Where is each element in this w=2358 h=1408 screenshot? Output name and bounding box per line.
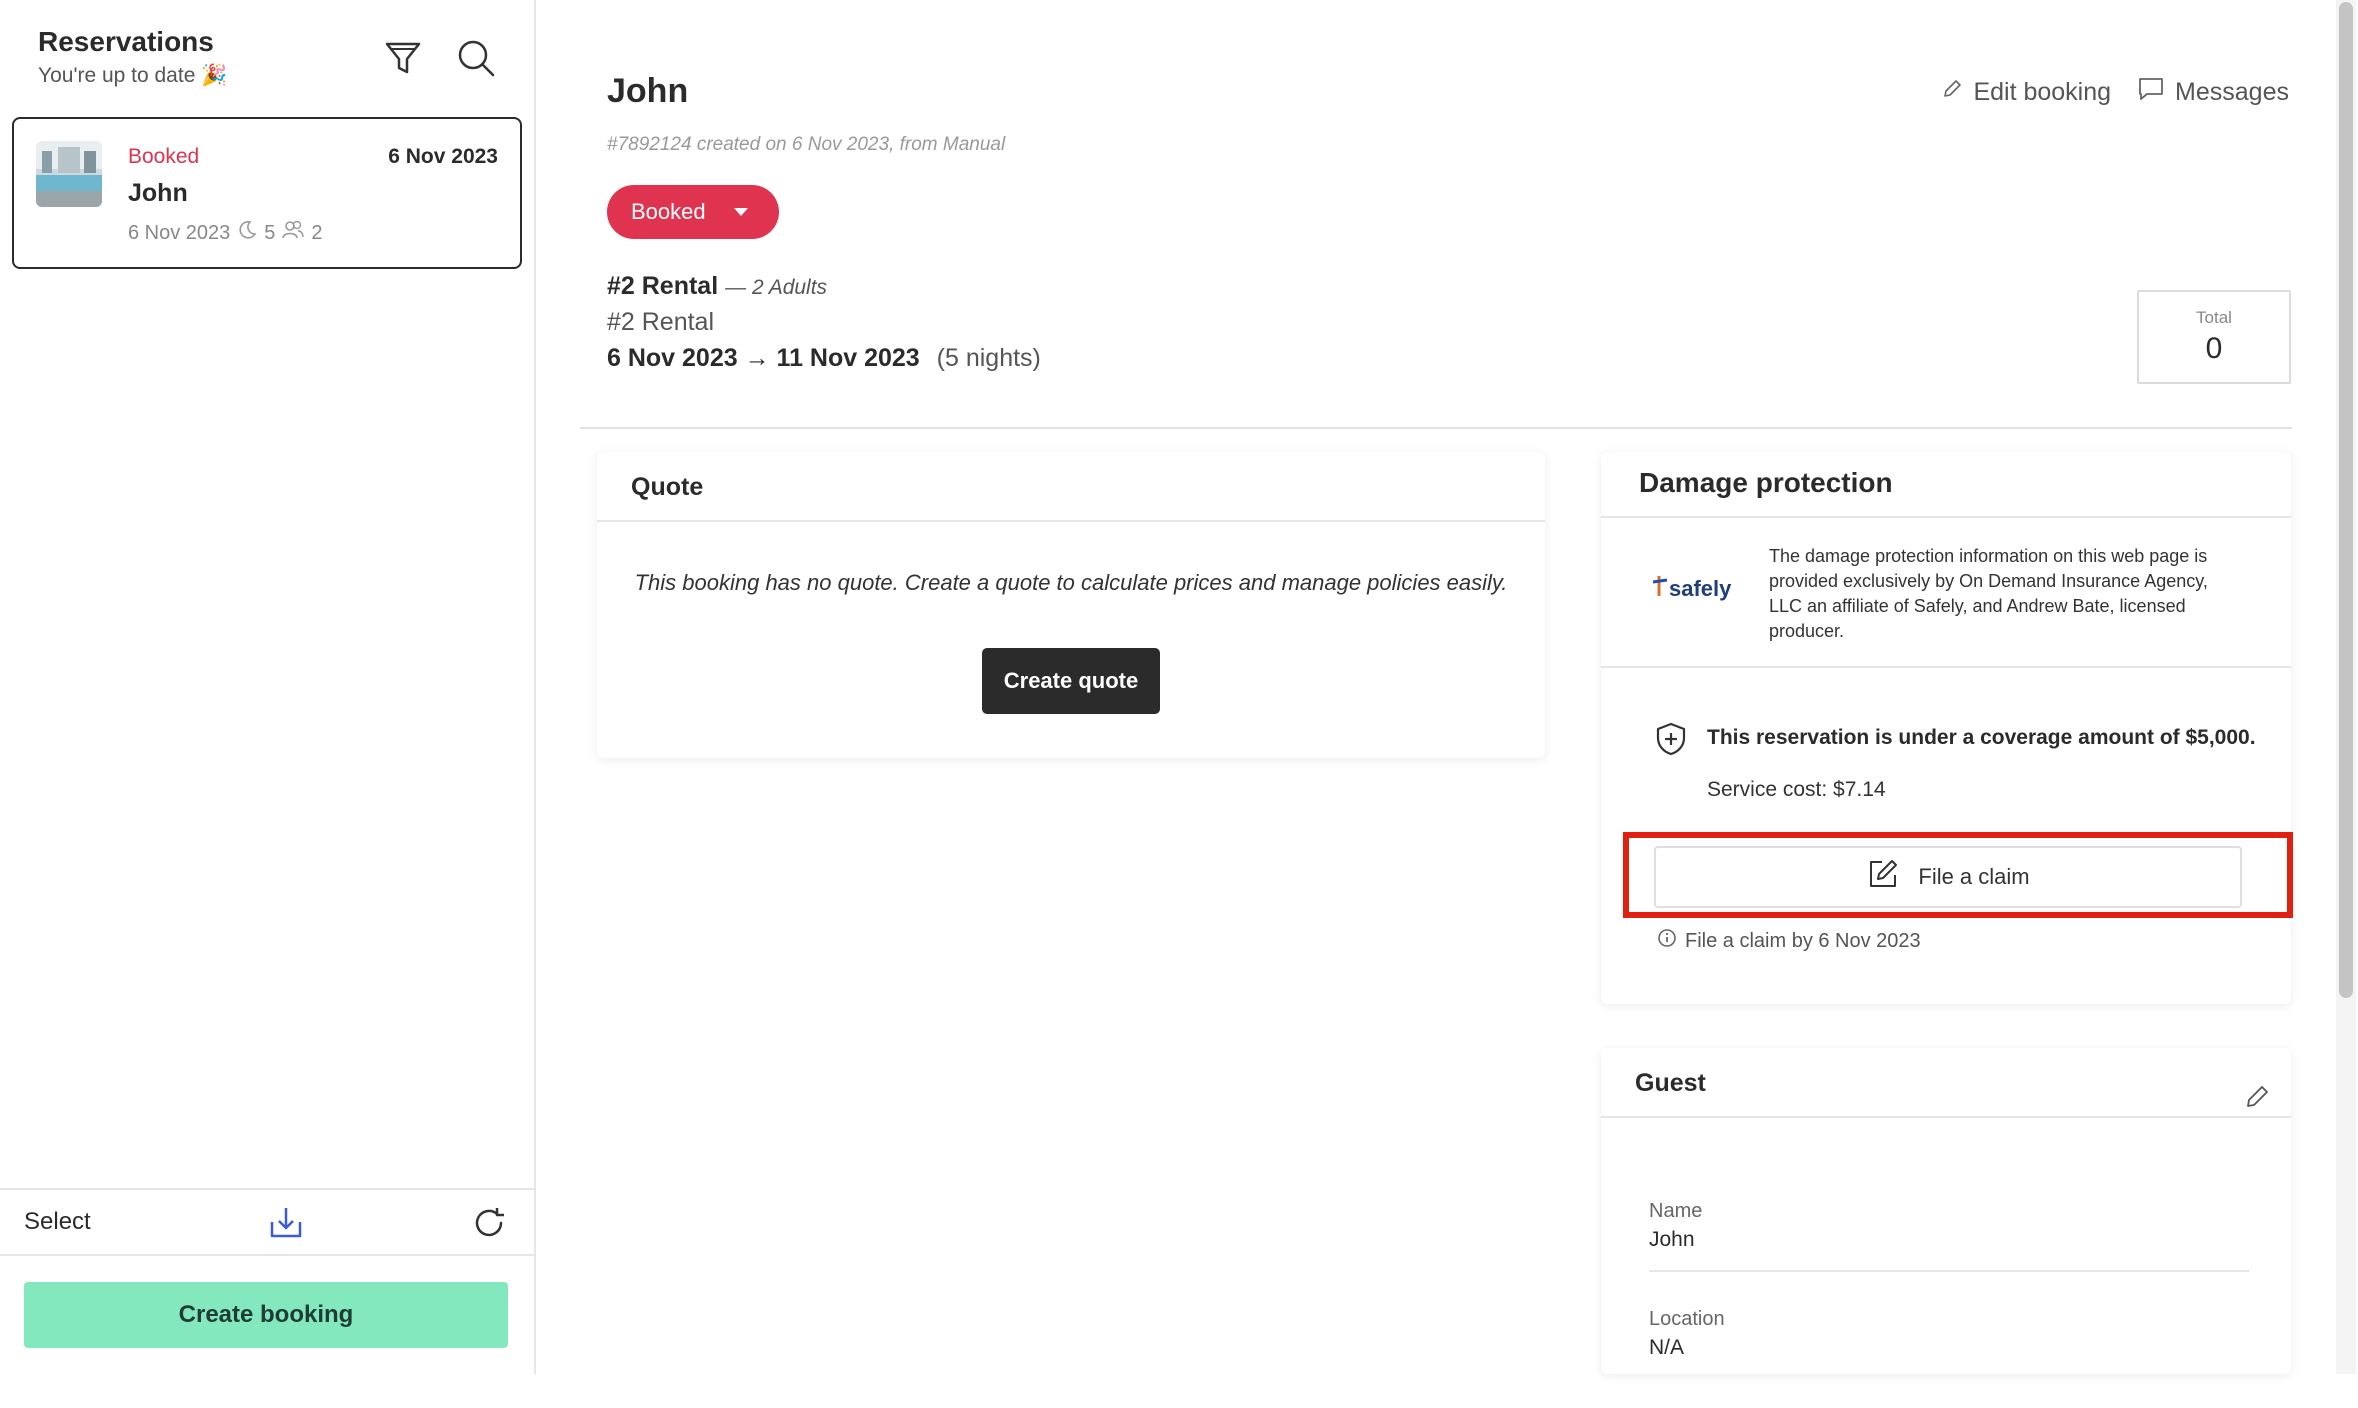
create-booking-button[interactable]: Create booking — [24, 1282, 508, 1348]
divider — [1649, 1270, 2249, 1272]
page-title: John — [607, 72, 689, 110]
total-box: Total 0 — [2137, 290, 2291, 384]
reservation-nights: 5 — [264, 221, 276, 244]
create-quote-button[interactable]: Create quote — [982, 648, 1160, 714]
date-from: 6 Nov 2023 — [607, 344, 738, 372]
select-button[interactable]: Select — [24, 1208, 91, 1236]
messages-button[interactable]: Messages — [2137, 76, 2289, 109]
reservation-guest-name: John — [128, 179, 188, 207]
guest-title: Guest — [1635, 1069, 1706, 1097]
divider — [1601, 666, 2291, 668]
shield-icon — [1655, 722, 1687, 756]
quote-card: Quote This booking has no quote. Create … — [597, 452, 1545, 758]
reservation-status: Booked — [128, 145, 200, 168]
rental-guests: — 2 Adults — [725, 276, 828, 299]
moon-icon — [236, 219, 258, 247]
reservation-meta: 6 Nov 2023 5 2 — [128, 219, 323, 247]
guests-icon — [281, 219, 305, 247]
sidebar: Reservations You're up to date 🎉 Booked … — [0, 0, 536, 1374]
divider — [580, 427, 2292, 429]
info-icon — [1657, 928, 1677, 954]
scrollbar[interactable] — [2336, 0, 2356, 1374]
rental-title: #2 Rental — 2 Adults — [607, 272, 827, 301]
reservation-date: 6 Nov 2023 — [388, 145, 498, 168]
top-actions: Edit booking Messages — [1941, 76, 2289, 109]
guest-header: Guest — [1601, 1048, 2291, 1118]
edit-booking-button[interactable]: Edit booking — [1941, 78, 2111, 107]
damage-protection-title: Damage protection — [1601, 452, 2291, 518]
claim-deadline: File a claim by 6 Nov 2023 — [1657, 928, 1921, 954]
status-dropdown[interactable]: Booked — [607, 185, 779, 239]
booking-detail: John #7892124 created on 6 Nov 2023, fro… — [537, 0, 2337, 1374]
total-value: 0 — [2205, 332, 2223, 365]
reservation-card[interactable]: Booked 6 Nov 2023 John 6 Nov 2023 5 2 — [12, 117, 522, 269]
rental-subname: #2 Rental — [607, 308, 715, 336]
quote-title: Quote — [597, 452, 1545, 522]
guest-name-label: Name — [1649, 1200, 1703, 1222]
edit-square-icon — [1866, 857, 1900, 897]
booking-meta: #7892124 created on 6 Nov 2023, from Man… — [607, 134, 1006, 155]
damage-protection-card: Damage protection safely The damage prot… — [1601, 452, 2293, 1004]
refresh-icon[interactable] — [470, 1204, 508, 1242]
status-label: Booked — [631, 199, 706, 224]
quote-message: This booking has no quote. Create a quot… — [634, 570, 1508, 595]
claim-deadline-label: File a claim by 6 Nov 2023 — [1685, 929, 1921, 952]
reservation-meta-date: 6 Nov 2023 — [128, 221, 231, 244]
date-to: 11 Nov 2023 — [776, 344, 920, 372]
guest-name-value: John — [1649, 1228, 1695, 1251]
damage-protection-info: The damage protection information on thi… — [1769, 546, 2208, 641]
pencil-icon — [1941, 78, 1963, 107]
guest-location-value: N/A — [1649, 1336, 1685, 1359]
download-icon[interactable] — [268, 1204, 304, 1242]
reservation-guests: 2 — [311, 221, 323, 244]
filter-icon[interactable] — [383, 38, 423, 78]
svg-text:safely: safely — [1669, 576, 1732, 601]
scrollbar-thumb[interactable] — [2339, 2, 2353, 998]
stay-dates: 6 Nov 2023 → 11 Nov 2023 (5 nights) — [607, 344, 1041, 373]
sidebar-toolbar: Select — [0, 1188, 534, 1256]
chevron-down-icon — [733, 208, 748, 216]
total-label: Total — [2196, 308, 2232, 327]
search-icon[interactable] — [456, 38, 496, 78]
rental-name: #2 Rental — [607, 272, 719, 300]
service-cost: Service cost: $7.14 — [1707, 778, 1886, 801]
edit-booking-label: Edit booking — [1973, 78, 2112, 106]
message-icon — [2137, 76, 2165, 109]
arrow-right-icon: → — [744, 344, 770, 372]
sidebar-title: Reservations — [38, 26, 214, 57]
guest-card: Guest Name John Location N/A — [1601, 1048, 2291, 1374]
coverage-text: This reservation is under a coverage amo… — [1707, 726, 2256, 749]
pencil-icon[interactable] — [2243, 1068, 2271, 1107]
safely-logo: safely — [1651, 562, 1741, 612]
guest-location-label: Location — [1649, 1308, 1725, 1330]
sidebar-subtitle: You're up to date 🎉 — [38, 64, 228, 87]
messages-label: Messages — [2175, 78, 2289, 106]
stay-nights: (5 nights) — [936, 344, 1041, 372]
file-claim-label: File a claim — [1918, 864, 2030, 889]
file-claim-button[interactable]: File a claim — [1654, 846, 2242, 908]
rental-thumbnail — [36, 141, 102, 207]
